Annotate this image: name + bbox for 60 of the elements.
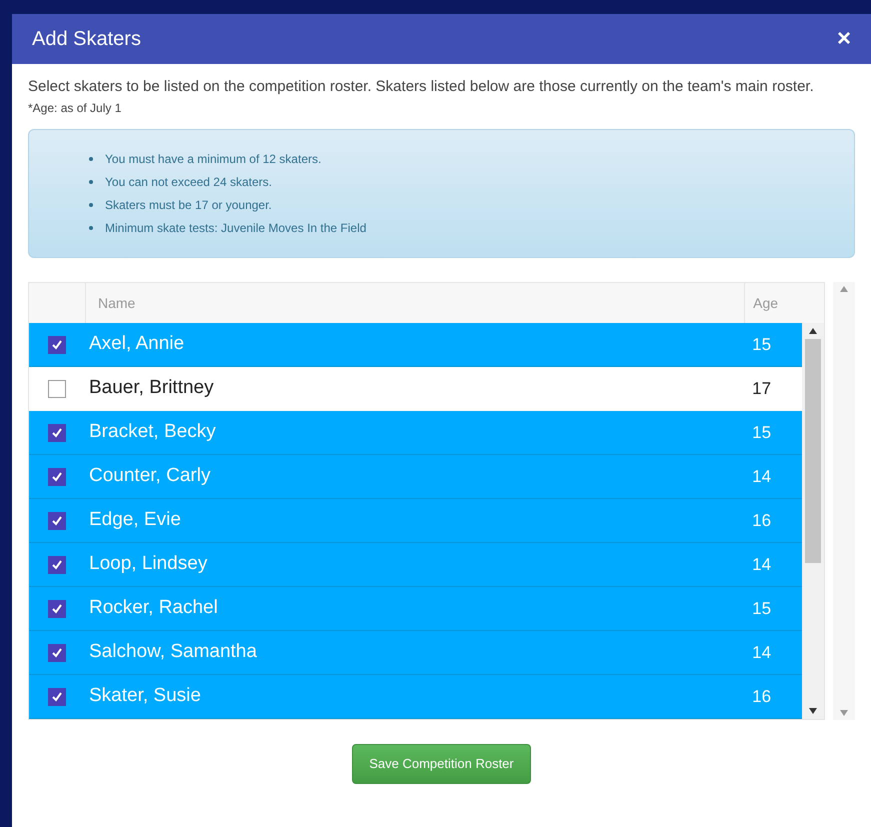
checkbox[interactable]	[48, 556, 66, 574]
checkmark-icon	[51, 558, 63, 570]
skater-name: Bracket, Becky	[88, 420, 217, 444]
scrollbar-thumb[interactable]	[805, 339, 822, 563]
skater-row[interactable]: Bracket, Becky 15	[29, 411, 802, 455]
skater-row[interactable]: Counter, Carly 14	[29, 455, 802, 499]
rule-text: Skaters must be 17 or younger.	[105, 197, 272, 214]
scroll-up-icon[interactable]	[809, 328, 818, 334]
close-button[interactable]: ×	[836, 27, 851, 51]
skater-name: Bauer, Brittney	[88, 376, 215, 400]
checkmark-icon	[51, 470, 63, 482]
skater-row[interactable]: Loop, Lindsey 14	[29, 543, 802, 587]
dialog-title: Add Skaters	[32, 27, 141, 52]
skater-name: Edge, Evie	[88, 508, 182, 532]
save-button[interactable]: Save Competition Roster	[352, 744, 531, 784]
checkmark-icon	[51, 338, 63, 350]
rule-text: You can not exceed 24 skaters.	[105, 174, 272, 191]
skater-name: Counter, Carly	[88, 464, 212, 488]
skater-row[interactable]: Skater, Susie 16	[29, 675, 802, 719]
skater-age: 14	[752, 466, 772, 488]
skater-row[interactable]: Edge, Evie 16	[29, 499, 802, 543]
scrollbar[interactable]	[802, 323, 824, 719]
bullet-icon	[89, 180, 93, 184]
checkbox[interactable]	[48, 688, 66, 706]
skater-age: 15	[752, 422, 772, 444]
skater-age: 14	[752, 554, 772, 576]
skater-name: Skater, Susie	[88, 684, 202, 708]
checkbox[interactable]	[48, 424, 66, 442]
checkbox[interactable]	[48, 336, 66, 354]
checkmark-icon	[51, 426, 63, 438]
skater-row[interactable]: Axel, Annie 15	[29, 323, 802, 367]
checkbox[interactable]	[48, 512, 66, 530]
skater-age: 16	[752, 510, 772, 532]
skater-age: 16	[752, 686, 772, 708]
rule-text: You must have a minimum of 12 skaters.	[105, 151, 322, 168]
skater-age: 15	[752, 334, 772, 356]
checkmark-icon	[51, 514, 63, 526]
checkbox[interactable]	[48, 380, 66, 398]
skater-name: Axel, Annie	[88, 332, 186, 356]
checkbox[interactable]	[48, 644, 66, 662]
checkmark-icon	[51, 602, 63, 614]
intro-text: Select skaters to be listed on the competition roster. Skaters listed below are those currently on the team's main roster.	[28, 77, 815, 97]
skater-name: Salchow, Samantha	[88, 640, 258, 664]
bullet-icon	[89, 203, 93, 207]
skater-age: 17	[752, 378, 772, 400]
skater-age: 15	[752, 598, 772, 620]
rule-text: Minimum skate tests: Juvenile Moves In the Field	[105, 220, 366, 237]
bullet-icon	[89, 157, 93, 161]
bullet-icon	[89, 226, 93, 230]
checkbox[interactable]	[48, 468, 66, 486]
skater-row[interactable]: Rocker, Rachel 15	[29, 587, 802, 631]
scroll-down-icon[interactable]	[809, 708, 818, 714]
checkmark-icon	[51, 646, 63, 658]
checkmark-icon	[51, 690, 63, 702]
skater-name: Rocker, Rachel	[88, 596, 219, 620]
skater-name: Loop, Lindsey	[88, 552, 208, 576]
age-note: *Age: as of July 1	[28, 100, 122, 117]
skater-age: 14	[752, 642, 772, 664]
skater-row[interactable]: Salchow, Samantha 14	[29, 631, 802, 675]
checkbox[interactable]	[48, 600, 66, 618]
